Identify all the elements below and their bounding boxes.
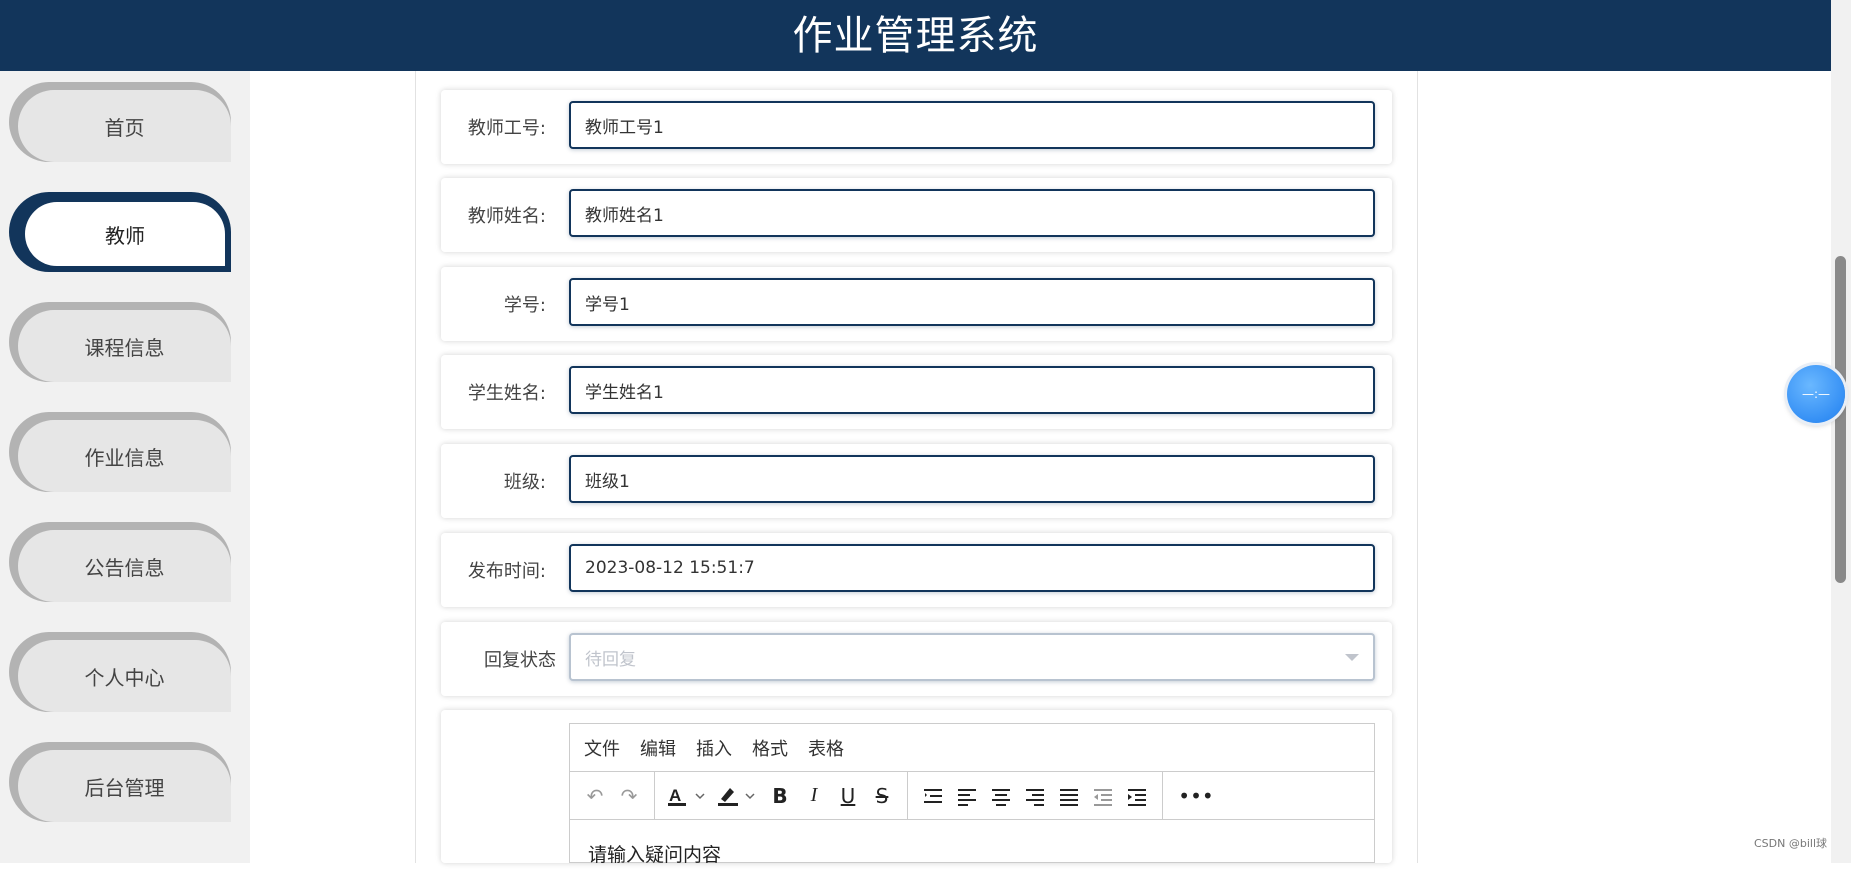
form-row-student-id: 学号: 学号1 xyxy=(441,267,1392,341)
form-row-teacher-id: 教师工号: 教师工号1 xyxy=(441,90,1392,164)
teacher-name-field[interactable]: 教师姓名1 xyxy=(569,189,1375,237)
floating-assistant-button[interactable]: —:— xyxy=(1787,365,1845,423)
teacher-id-field[interactable]: 教师工号1 xyxy=(569,101,1375,149)
undo-icon[interactable]: ↶ xyxy=(578,779,612,813)
menu-file[interactable]: 文件 xyxy=(584,735,620,761)
reply-status-select[interactable]: 待回复 xyxy=(569,633,1375,681)
field-label: 学生姓名: xyxy=(467,383,546,404)
sidebar-item-course-info[interactable]: 课程信息 xyxy=(9,302,231,382)
editor-content[interactable]: 请输入疑问内容 xyxy=(570,820,1374,887)
highlight-icon[interactable] xyxy=(713,779,763,813)
student-id-field[interactable]: 学号1 xyxy=(569,278,1375,326)
field-label: 学号: xyxy=(503,295,546,316)
sidebar-item-admin[interactable]: 后台管理 xyxy=(9,742,231,822)
align-justify-icon[interactable] xyxy=(1052,779,1086,813)
form-row-editor: 文件 编辑 插入 格式 表格 ↶ ↷ A B I U S ••• 请输入疑问内容 xyxy=(441,710,1392,866)
sidebar-item-notice-info[interactable]: 公告信息 xyxy=(9,522,231,602)
form-row-teacher-name: 教师姓名: 教师姓名1 xyxy=(441,178,1392,252)
watermark: CSDN @bill球 xyxy=(1753,837,1827,850)
form-row-class: 班级: 班级1 xyxy=(441,444,1392,518)
sidebar-item-label[interactable]: 课程信息 xyxy=(18,310,231,382)
sidebar-item-label[interactable]: 个人中心 xyxy=(18,640,231,712)
student-name-field[interactable]: 学生姓名1 xyxy=(569,366,1375,414)
sidebar-item-label[interactable]: 首页 xyxy=(18,90,231,162)
sidebar-item-label[interactable]: 作业信息 xyxy=(18,420,231,492)
rich-text-editor[interactable]: 文件 编辑 插入 格式 表格 ↶ ↷ A B I U S ••• 请输入疑问内容 xyxy=(569,723,1375,866)
field-label: 班级: xyxy=(503,472,546,493)
more-icon[interactable]: ••• xyxy=(1171,779,1221,813)
menu-table[interactable]: 表格 xyxy=(808,735,844,761)
line-height-icon[interactable] xyxy=(916,779,950,813)
align-left-icon[interactable] xyxy=(950,779,984,813)
form-row-student-name: 学生姓名: 学生姓名1 xyxy=(441,355,1392,429)
class-field[interactable]: 班级1 xyxy=(569,455,1375,503)
italic-icon[interactable]: I xyxy=(797,779,831,813)
sidebar-item-home[interactable]: 首页 xyxy=(9,82,231,162)
outdent-icon[interactable] xyxy=(1086,779,1120,813)
app-title: 作业管理系统 xyxy=(792,12,1039,59)
app-header: 作业管理系统 xyxy=(0,0,1831,71)
menu-format[interactable]: 格式 xyxy=(752,735,788,761)
field-label: 发布时间: xyxy=(467,561,546,582)
form-row-publish-time: 发布时间: 2023-08-12 15:51:7 xyxy=(441,533,1392,607)
float-ball-label: —:— xyxy=(1801,387,1831,401)
font-color-icon[interactable]: A xyxy=(663,779,713,813)
field-label: 教师工号: xyxy=(467,118,546,139)
field-label: 教师姓名: xyxy=(467,206,546,227)
strikethrough-icon[interactable]: S xyxy=(865,779,899,813)
underline-icon[interactable]: U xyxy=(831,779,865,813)
toolbar-group-history: ↶ ↷ xyxy=(570,771,655,820)
menu-edit[interactable]: 编辑 xyxy=(640,735,676,761)
redo-icon[interactable]: ↷ xyxy=(612,779,646,813)
toolbar-group-more: ••• xyxy=(1163,772,1229,820)
menu-insert[interactable]: 插入 xyxy=(696,735,732,761)
scrollbar-thumb[interactable] xyxy=(1835,256,1846,583)
select-placeholder: 待回复 xyxy=(585,649,636,670)
sidebar-item-homework-info[interactable]: 作业信息 xyxy=(9,412,231,492)
publish-time-field[interactable]: 2023-08-12 15:51:7 xyxy=(569,544,1375,592)
sidebar: 首页 教师 课程信息 作业信息 公告信息 个人中心 后台管理 xyxy=(0,71,250,863)
sidebar-item-teacher[interactable]: 教师 xyxy=(9,192,231,272)
toolbar-group-paragraph xyxy=(908,771,1163,820)
toolbar-group-format: A B I U S xyxy=(655,771,908,820)
indent-icon[interactable] xyxy=(1120,779,1154,813)
form-row-reply-status: 回复状态 待回复 xyxy=(441,622,1392,696)
field-label: 回复状态 xyxy=(484,650,556,671)
sidebar-item-label[interactable]: 公告信息 xyxy=(18,530,231,602)
bold-icon[interactable]: B xyxy=(763,779,797,813)
editor-toolbar: ↶ ↷ A B I U S ••• xyxy=(570,771,1374,820)
chevron-down-icon xyxy=(1345,654,1359,661)
sidebar-item-label[interactable]: 后台管理 xyxy=(18,750,231,822)
editor-menubar: 文件 编辑 插入 格式 表格 xyxy=(570,724,1374,772)
align-right-icon[interactable] xyxy=(1018,779,1052,813)
sidebar-item-label[interactable]: 教师 xyxy=(25,202,225,266)
svg-text:A: A xyxy=(669,786,681,805)
sidebar-item-personal-center[interactable]: 个人中心 xyxy=(9,632,231,712)
align-center-icon[interactable] xyxy=(984,779,1018,813)
